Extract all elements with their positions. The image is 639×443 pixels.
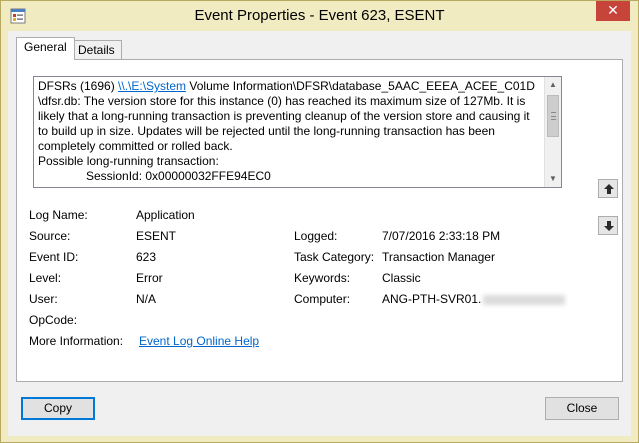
general-panel: DFSRs (1696) \\.\E:\System Volume Inform… — [16, 59, 623, 382]
tab-details[interactable]: Details — [71, 40, 122, 61]
window-title: Event Properties - Event 623, ESENT — [194, 7, 445, 24]
user-value: N/A — [136, 292, 157, 306]
logged-value: 7/07/2016 2:33:18 PM — [382, 229, 501, 243]
scrollbar-thumb[interactable] — [547, 95, 559, 137]
more-info-label: More Information: — [29, 334, 124, 348]
computer-value: ANG-PTH-SVR01. — [382, 292, 566, 306]
computer-label: Computer: — [294, 292, 351, 306]
description-possible: Possible long-running transaction: — [38, 154, 219, 168]
task-category-label: Task Category: — [294, 250, 375, 264]
description-textbox[interactable]: DFSRs (1696) \\.\E:\System Volume Inform… — [33, 76, 562, 188]
description-body: \dfsr.db: The version store for this ins… — [38, 94, 530, 153]
close-button[interactable]: Close — [545, 397, 619, 420]
event-id-value: 623 — [136, 250, 157, 264]
event-id-label: Event ID: — [29, 250, 79, 264]
description-path-link[interactable]: \\.\E:\System — [118, 79, 186, 93]
task-category-value: Transaction Manager — [382, 250, 495, 264]
keywords-value: Classic — [382, 271, 421, 285]
description-scrollbar[interactable]: ▲ ▼ — [544, 77, 561, 187]
computer-name: ANG-PTH-SVR01. — [382, 292, 482, 306]
redacted-domain — [483, 294, 566, 305]
logged-label: Logged: — [294, 229, 338, 243]
event-log-online-help-link[interactable]: Event Log Online Help — [139, 334, 259, 348]
opcode-label: OpCode: — [29, 313, 78, 327]
source-value: ESENT — [136, 229, 177, 243]
tab-general[interactable]: General — [16, 37, 75, 60]
description-text: DFSRs (1696) \\.\E:\System Volume Inform… — [38, 79, 542, 184]
dialog-client-area: General Details DFSRs (1696) \\.\E:\Syst… — [8, 31, 631, 436]
arrow-up-icon — [604, 184, 614, 194]
copy-button[interactable]: Copy — [21, 397, 95, 420]
scroll-down-arrow-icon[interactable]: ▼ — [545, 171, 561, 187]
description-prefix: DFSRs (1696) — [38, 79, 119, 93]
grip-icon — [551, 112, 556, 120]
arrow-down-icon — [604, 221, 614, 231]
log-name-label: Log Name: — [29, 208, 88, 222]
previous-event-button[interactable] — [598, 179, 618, 198]
level-value: Error — [136, 271, 163, 285]
next-event-button[interactable] — [598, 216, 618, 235]
keywords-label: Keywords: — [294, 271, 351, 285]
description-path-suffix: Volume Information\DFSR\database_5AAC_EE… — [186, 79, 535, 93]
source-label: Source: — [29, 229, 71, 243]
scroll-up-arrow-icon[interactable]: ▲ — [545, 77, 561, 93]
level-label: Level: — [29, 271, 62, 285]
event-properties-window: Event Properties - Event 623, ESENT ✕ Ge… — [0, 0, 639, 443]
description-session: SessionId: 0x00000032FFE94EC0 — [86, 169, 271, 183]
log-name-value: Application — [136, 208, 195, 222]
close-icon[interactable]: ✕ — [596, 1, 630, 21]
title-bar[interactable]: Event Properties - Event 623, ESENT ✕ — [1, 1, 638, 31]
user-label: User: — [29, 292, 58, 306]
